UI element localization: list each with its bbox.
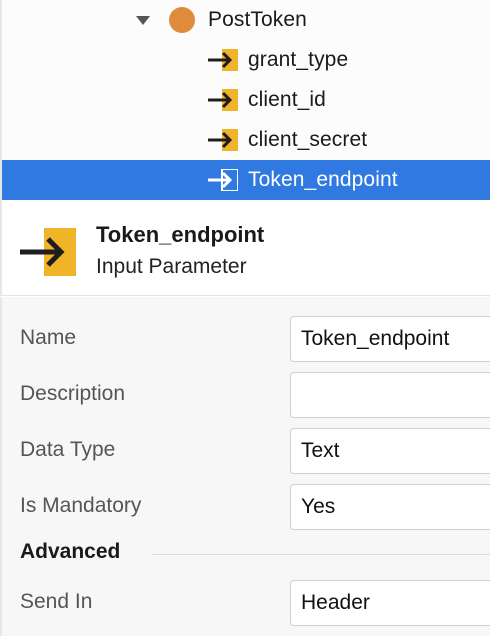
input-parameter-icon bbox=[208, 89, 238, 111]
tree-item-token-endpoint[interactable]: Token_endpoint bbox=[2, 160, 490, 200]
input-parameter-icon bbox=[208, 49, 238, 71]
tree-item-client-secret[interactable]: client_secret bbox=[2, 120, 490, 160]
name-field[interactable]: Token_endpoint bbox=[290, 316, 490, 362]
properties-panel: Name Token_endpoint Description Data Typ… bbox=[0, 297, 490, 636]
send-in-label: Send In bbox=[20, 590, 93, 613]
action-tree: PostToken grant_type client_id client_se… bbox=[0, 0, 490, 200]
tree-item-label: client_secret bbox=[248, 128, 368, 151]
section-divider bbox=[152, 554, 490, 555]
properties-header: Token_endpoint Input Parameter bbox=[0, 200, 490, 296]
element-title: Token_endpoint bbox=[96, 222, 265, 247]
description-field[interactable] bbox=[290, 372, 490, 418]
tree-item-label: grant_type bbox=[248, 48, 349, 71]
advanced-section-title: Advanced bbox=[20, 540, 121, 563]
tree-item-label: Token_endpoint bbox=[248, 168, 398, 191]
input-parameter-icon bbox=[208, 129, 238, 151]
input-parameter-icon bbox=[208, 169, 238, 191]
description-label: Description bbox=[20, 382, 126, 405]
tree-item-posttoken[interactable]: PostToken bbox=[2, 0, 490, 40]
tree-item-grant-type[interactable]: grant_type bbox=[2, 40, 490, 80]
chevron-down-icon[interactable] bbox=[136, 16, 150, 25]
data-type-select[interactable]: Text bbox=[290, 428, 490, 474]
tree-item-label: PostToken bbox=[208, 8, 307, 31]
is-mandatory-select[interactable]: Yes bbox=[290, 484, 490, 530]
data-type-label: Data Type bbox=[20, 438, 116, 461]
tree-item-client-id[interactable]: client_id bbox=[2, 80, 490, 120]
element-type: Input Parameter bbox=[96, 255, 247, 278]
name-label: Name bbox=[20, 326, 77, 349]
tree-item-label: client_id bbox=[248, 88, 326, 111]
input-parameter-icon bbox=[20, 228, 76, 276]
is-mandatory-label: Is Mandatory bbox=[20, 494, 142, 517]
action-circle-icon bbox=[169, 7, 195, 33]
send-in-select[interactable]: Header bbox=[290, 580, 490, 626]
